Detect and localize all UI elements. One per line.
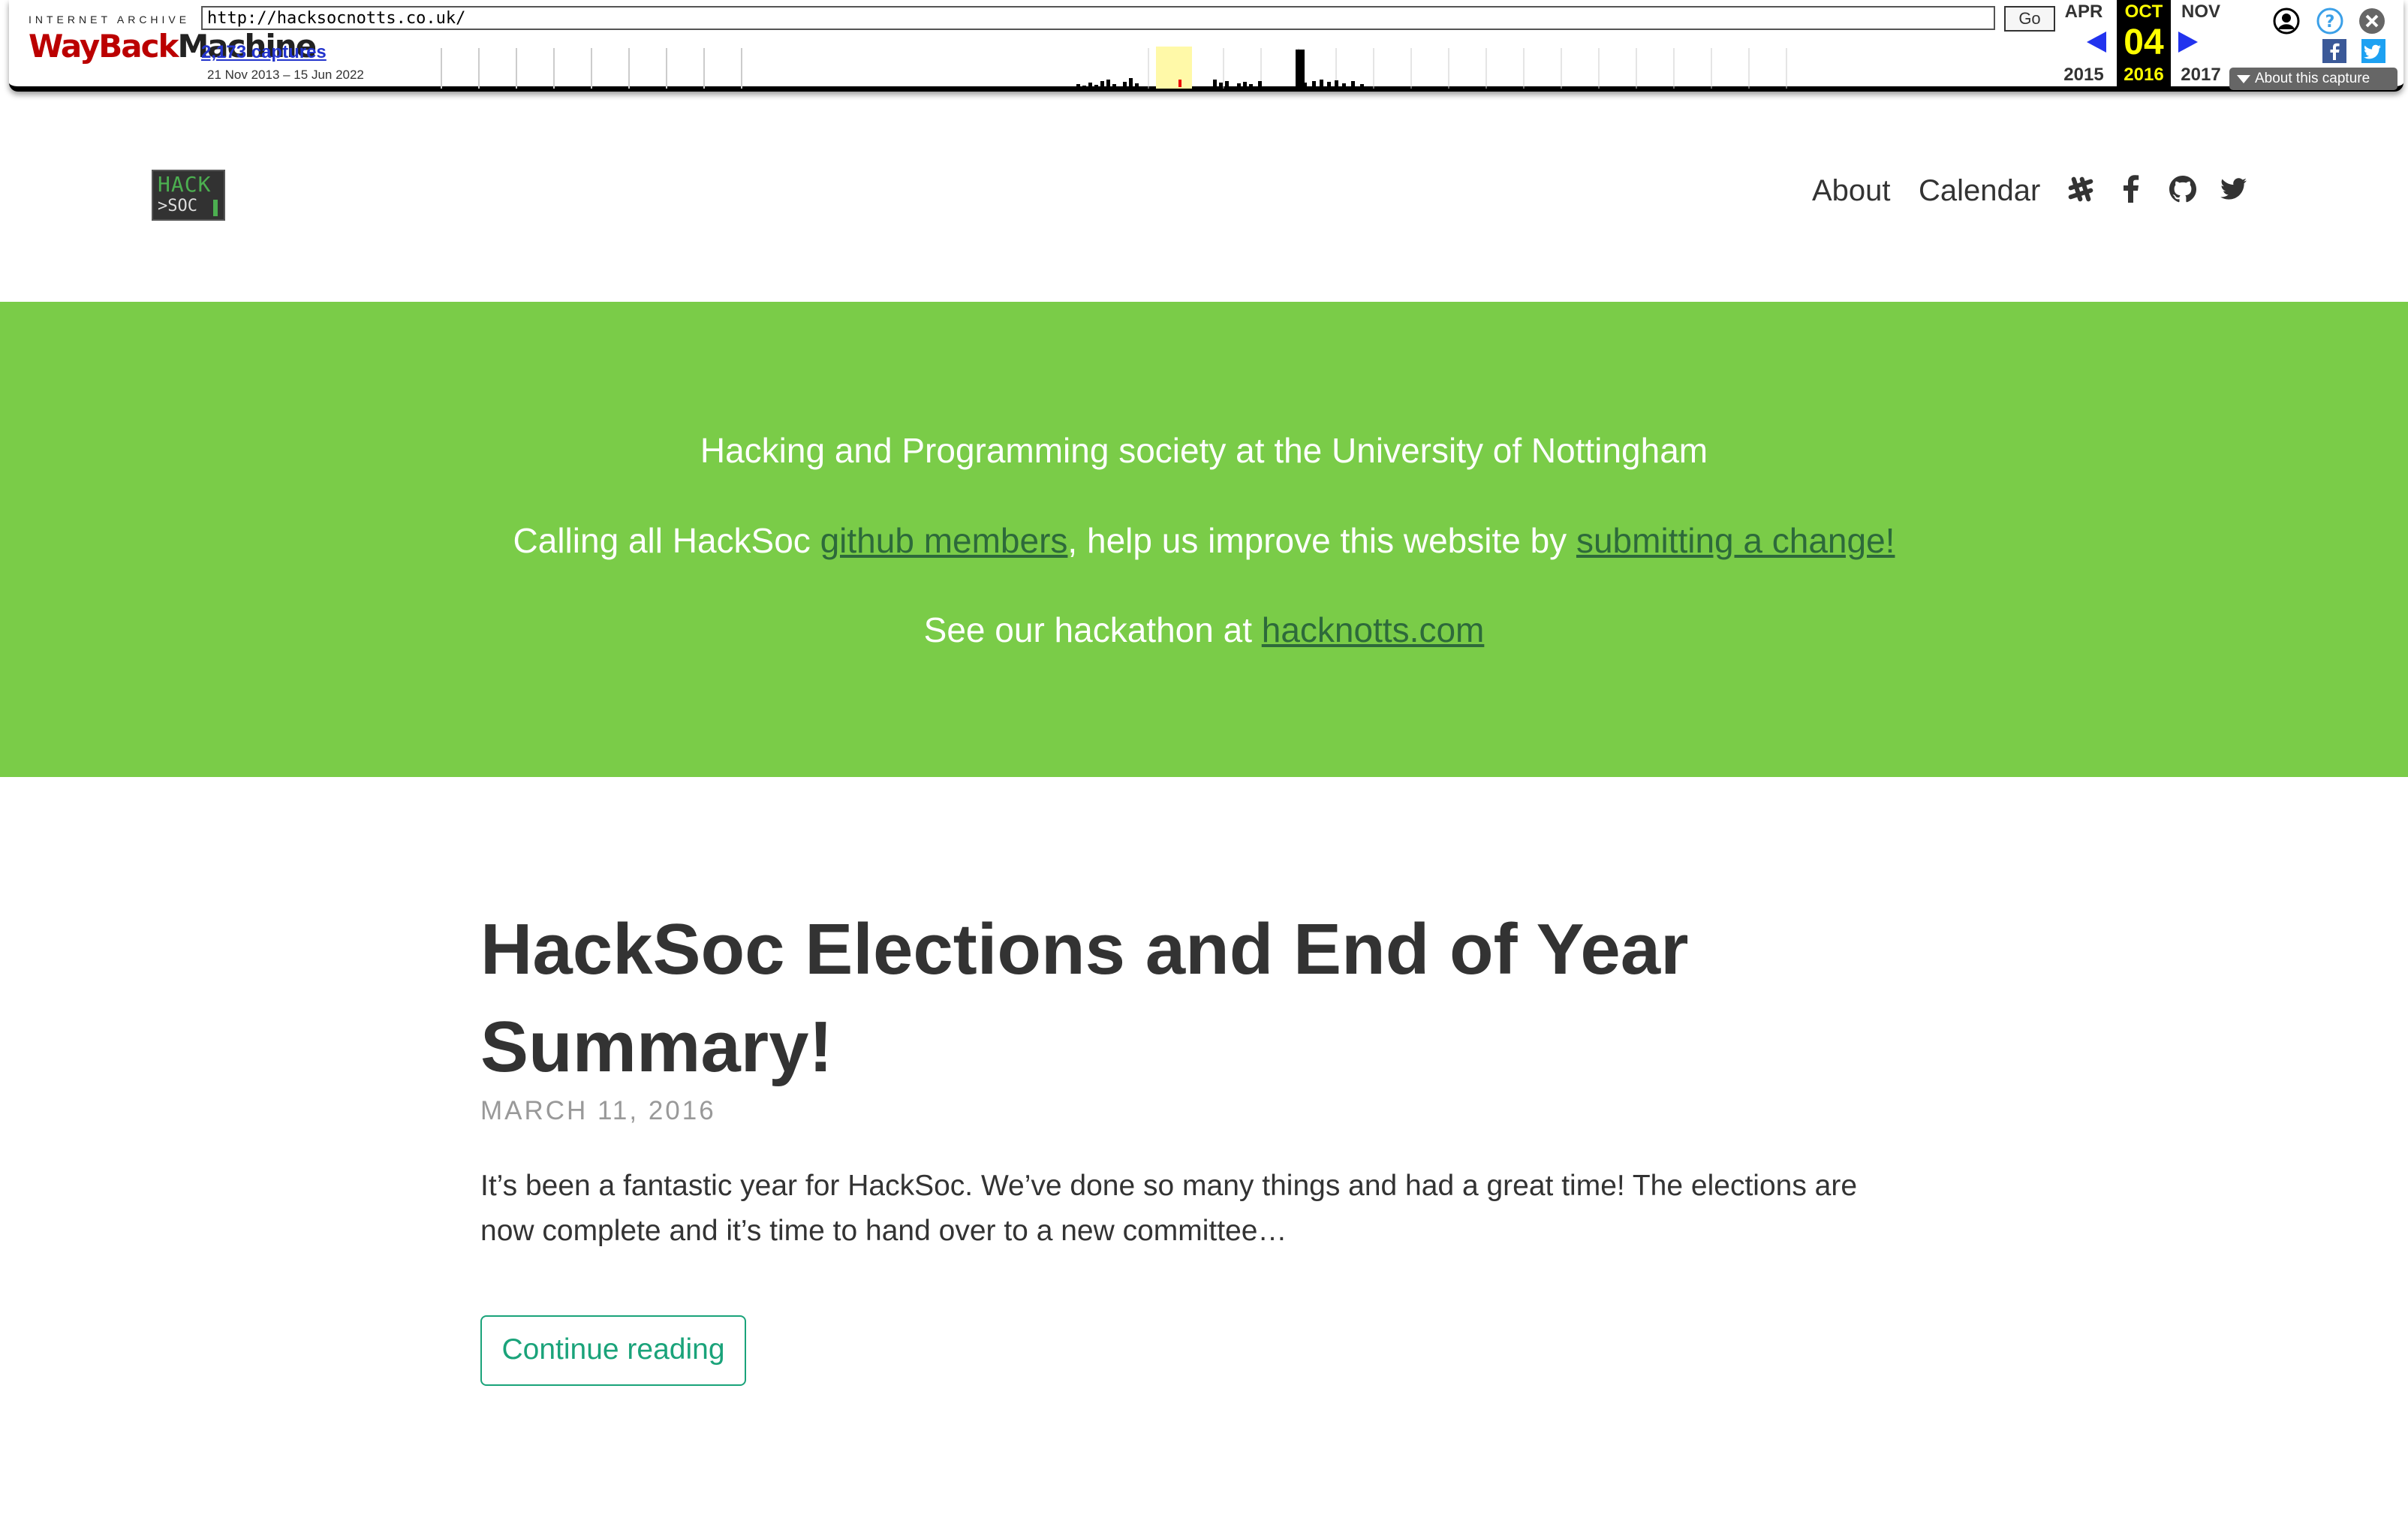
facebook-icon[interactable] <box>2120 174 2141 204</box>
continue-reading-button[interactable]: Continue reading <box>480 1315 746 1386</box>
current-day-label: 04 <box>2124 23 2164 62</box>
svg-text:?: ? <box>2325 13 2335 32</box>
twitter-icon[interactable] <box>2219 174 2249 204</box>
wayback-toolbar: INTERNET ARCHIVE WayBackMachine http://h… <box>9 0 2403 92</box>
wayback-calendar: APR 2015 OCT 04 2016 NOV 2017 <box>2057 0 2234 92</box>
slack-icon[interactable] <box>2066 174 2096 204</box>
prev-capture-arrow-icon[interactable] <box>2087 32 2106 53</box>
hero-banner: Hacking and Programming society at the U… <box>0 302 2408 777</box>
github-members-link[interactable]: github members <box>820 521 1068 560</box>
next-month-column[interactable]: NOV 2017 <box>2174 0 2228 89</box>
submit-change-link[interactable]: submitting a change! <box>1576 521 1895 560</box>
close-icon[interactable] <box>2358 8 2385 35</box>
logo-soc-text: >SOC <box>158 197 197 215</box>
wayback-go-button[interactable]: Go <box>2004 6 2055 32</box>
hacknotts-link[interactable]: hacknotts.com <box>1262 610 1485 649</box>
help-icon[interactable]: ? <box>2316 8 2343 35</box>
current-year-label: 2016 <box>2124 65 2164 85</box>
logo-hack-text: HACK <box>158 172 212 197</box>
logo-cursor-bar <box>213 200 218 216</box>
hacksoc-logo[interactable]: HACK >SOC <box>152 170 225 221</box>
hero-hackathon-line: See our hackathon at hacknotts.com <box>923 610 1485 649</box>
prev-year-label: 2015 <box>2063 65 2104 85</box>
wayback-logo[interactable]: INTERNET ARCHIVE WayBackMachine <box>29 14 317 74</box>
user-icon[interactable] <box>2273 8 2300 35</box>
chevron-down-icon <box>2237 75 2250 83</box>
wayback-logo-wordmark: WayBackMachine <box>29 28 317 65</box>
prev-month-label: APR <box>2064 2 2103 22</box>
twitter-share-icon[interactable] <box>2361 39 2385 63</box>
hero-github-line: Calling all HackSoc github members, help… <box>513 521 1895 560</box>
facebook-share-icon[interactable] <box>2322 39 2346 63</box>
hero-tagline: Hacking and Programming society at the U… <box>700 431 1708 470</box>
post-date: MARCH 11, 2016 <box>480 1096 716 1125</box>
wayback-captures-link[interactable]: 2,173 captures <box>201 42 327 63</box>
about-this-capture-button[interactable]: About this capture <box>2229 68 2397 90</box>
nav-about-link[interactable]: About <box>1812 170 1891 212</box>
wayback-date-range: 21 Nov 2013 – 15 Jun 2022 <box>207 68 364 82</box>
next-year-label: 2017 <box>2181 65 2221 85</box>
current-month-label: OCT <box>2124 2 2163 22</box>
wayback-capture-sparkline[interactable] <box>398 45 2049 89</box>
current-month-column: OCT 04 2016 <box>2117 0 2171 89</box>
nav-calendar-link[interactable]: Calendar <box>1919 170 2040 212</box>
about-this-capture-label: About this capture <box>2255 71 2370 86</box>
next-month-label: NOV <box>2181 2 2220 22</box>
wayback-logo-top: INTERNET ARCHIVE <box>29 14 191 26</box>
post-excerpt: It’s been a fantastic year for HackSoc. … <box>480 1170 1858 1247</box>
wayback-url-input[interactable]: http://hacksocnotts.co.uk/ <box>201 6 1995 30</box>
post-title[interactable]: HackSoc Elections and End of Year Summar… <box>480 901 1907 1096</box>
github-icon[interactable] <box>2168 174 2198 204</box>
